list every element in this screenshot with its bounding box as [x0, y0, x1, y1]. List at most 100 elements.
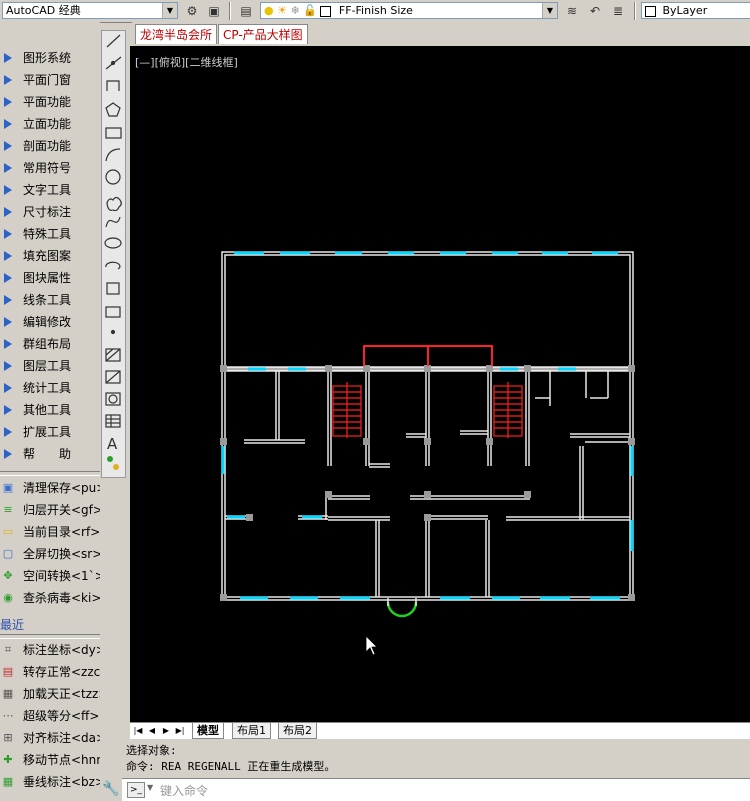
menu-item-label: 文字工具 [23, 183, 72, 197]
rectangle-icon [105, 127, 122, 139]
draw-tools-svg: A [104, 34, 122, 470]
menu-item[interactable]: 立面功能 [0, 114, 100, 134]
expand-arrow-icon [4, 339, 12, 349]
viewport-controls-label[interactable]: [—][俯视][二维线框] [135, 54, 238, 70]
expand-arrow-icon [4, 207, 12, 217]
drawing-canvas[interactable]: [—][俯视][二维线框] [130, 46, 750, 722]
expand-arrow-icon [4, 53, 12, 63]
shield-icon: ◉ [3, 591, 13, 604]
layers-icon: ≡ [3, 503, 13, 516]
doc-tab-1[interactable]: 龙湾半岛会所 [135, 24, 218, 44]
tab-model[interactable]: 模型 [192, 723, 224, 739]
menu-item-label: 平面门窗 [23, 73, 72, 87]
menu-item[interactable]: 编辑修改 [0, 312, 100, 332]
commands-item[interactable]: ◉ 查杀病毒<ki> [0, 588, 100, 608]
menu-item[interactable]: 常用符号 [0, 158, 100, 178]
recent-item[interactable]: ⌗ 标注坐标<dy> [0, 640, 100, 660]
make-current-layer-icon[interactable]: ≋ [563, 2, 581, 20]
menu-item[interactable]: 扩展工具 [0, 422, 100, 442]
menu-item[interactable]: 图形系统 [0, 48, 100, 68]
divide-icon: ⋯ [2, 709, 14, 722]
wrench-icon[interactable]: 🔧 [100, 778, 122, 800]
menu-item[interactable]: 帮 助 [0, 444, 100, 464]
menu-item[interactable]: 线条工具 [0, 290, 100, 310]
color-dropdown[interactable]: ByLayer [641, 2, 750, 19]
menu-item[interactable]: 剖面功能 [0, 136, 100, 156]
walls [221, 251, 634, 601]
commands-item[interactable]: ▢ 全屏切换<sr> [0, 544, 100, 564]
layer-manager-icon[interactable]: ▤ [237, 2, 255, 20]
left-menu: 图形系统平面门窗平面功能立面功能 剖面功能 常用符号文字工具尺寸标注特殊工具 填充图案… [0, 22, 100, 800]
floor-plan-drawing [220, 251, 635, 656]
workspace-dropdown[interactable]: AutoCAD 经典 ▼ [2, 2, 178, 19]
layer-color-swatch [320, 5, 332, 17]
first-tab-icon[interactable]: |◀ [132, 724, 144, 737]
polyline-icon [106, 80, 120, 91]
entrance-door [386, 601, 418, 618]
prev-tab-icon[interactable]: ◀ [146, 724, 158, 737]
recent-item[interactable]: ▦ 加载天正<tzz> [0, 684, 100, 704]
ellipse-icon [104, 237, 122, 249]
menu-item[interactable]: 图块属性 [0, 268, 100, 288]
menu-item-label: 尺寸标注 [23, 205, 72, 219]
recent-item[interactable]: ▤ 转存正常<zzc> [0, 662, 100, 682]
freeze-icon: ❄ [290, 4, 300, 17]
mouse-cursor-icon [365, 635, 378, 656]
expand-arrow-icon [4, 295, 12, 305]
command-history-line: 命令: REA REGENALL 正在重生成模型。 [126, 760, 336, 773]
next-tab-icon[interactable]: ▶ [160, 724, 172, 737]
gear-icon[interactable]: ⚙ [183, 2, 201, 20]
menu-item-label: 平面功能 [23, 95, 72, 109]
spline-icon [105, 216, 121, 228]
make-block-icon [105, 306, 121, 318]
menu-item[interactable]: 图层工具 [0, 356, 100, 376]
layer-dropdown[interactable]: ● ☀ ❄ 🔓 FF-Finish Size ▼ [260, 2, 558, 19]
expand-arrow-icon [4, 185, 12, 195]
workspace-settings-icon[interactable]: ▣ [205, 2, 223, 20]
color-value: ByLayer [662, 4, 708, 17]
menu-item[interactable]: 填充图案 [0, 246, 100, 266]
load-icon: ▦ [2, 687, 14, 700]
construction-line-icon [105, 56, 122, 70]
layer-states-icon[interactable]: ≣ [609, 2, 627, 20]
doc-tab-2[interactable]: CP-产品大样图 [218, 24, 308, 44]
tab-layout2[interactable]: 布局2 [278, 723, 317, 739]
menu-item[interactable]: 平面门窗 [0, 70, 100, 90]
command-history: 选择对象: 命令: REA REGENALL 正在重生成模型。 [122, 740, 750, 778]
menu-item[interactable]: 其他工具 [0, 400, 100, 420]
lock-icon: 🔓 [303, 4, 317, 17]
recent-label: 转存正常<zzc> [23, 665, 100, 679]
commands-item[interactable]: ≡ 归层开关<gf> [0, 500, 100, 520]
recent-item[interactable]: ⋯ 超级等分<ff> [0, 706, 100, 726]
region-icon [105, 392, 121, 406]
menu-item-label: 其他工具 [23, 403, 72, 417]
menu-item[interactable]: 平面功能 [0, 92, 100, 112]
menu-item-label: 编辑修改 [23, 315, 72, 329]
menu-item[interactable]: 文字工具 [0, 180, 100, 200]
add-selected-icon [107, 456, 119, 470]
line-tool-icon [106, 34, 121, 48]
tab-layout1[interactable]: 布局1 [232, 723, 271, 739]
chevron-down-icon[interactable]: ▼ [542, 3, 557, 18]
last-tab-icon[interactable]: ▶| [174, 724, 186, 737]
expand-arrow-icon [4, 317, 12, 327]
recent-label: 加载天正<tzz> [23, 687, 100, 701]
menu-item[interactable]: 尺寸标注 [0, 202, 100, 222]
commands-item[interactable]: ✥ 空间转换<1`> [0, 566, 100, 586]
recent-item[interactable]: ▦ 垂线标注<bz> [0, 772, 100, 792]
recent-item[interactable]: ⊞ 对齐标注<da> [0, 728, 100, 748]
menu-item[interactable]: 统计工具 [0, 378, 100, 398]
command-input[interactable]: >_ ▼ 键入命令 [122, 778, 750, 801]
chevron-down-icon[interactable]: ▼ [162, 3, 177, 18]
commands-item[interactable]: ▭ 当前目录<rf> [0, 522, 100, 542]
commands-label: 空间转换<1`> [23, 569, 100, 583]
commands-item[interactable]: ▣ 清理保存<pu> [0, 478, 100, 498]
menu-item[interactable]: 特殊工具 [0, 224, 100, 244]
layer-previous-icon[interactable]: ↶ [586, 2, 604, 20]
command-prompt-icon[interactable]: >_ [127, 782, 145, 798]
document-tabs: 龙湾半岛会所 CP-产品大样图 [132, 22, 750, 44]
chevron-down-icon[interactable]: ▼ [147, 783, 153, 792]
recent-item[interactable]: ✚ 移动节点<hnn> [0, 750, 100, 770]
menu-item[interactable]: 群组布局 [0, 334, 100, 354]
menu-item-label: 线条工具 [23, 293, 72, 307]
